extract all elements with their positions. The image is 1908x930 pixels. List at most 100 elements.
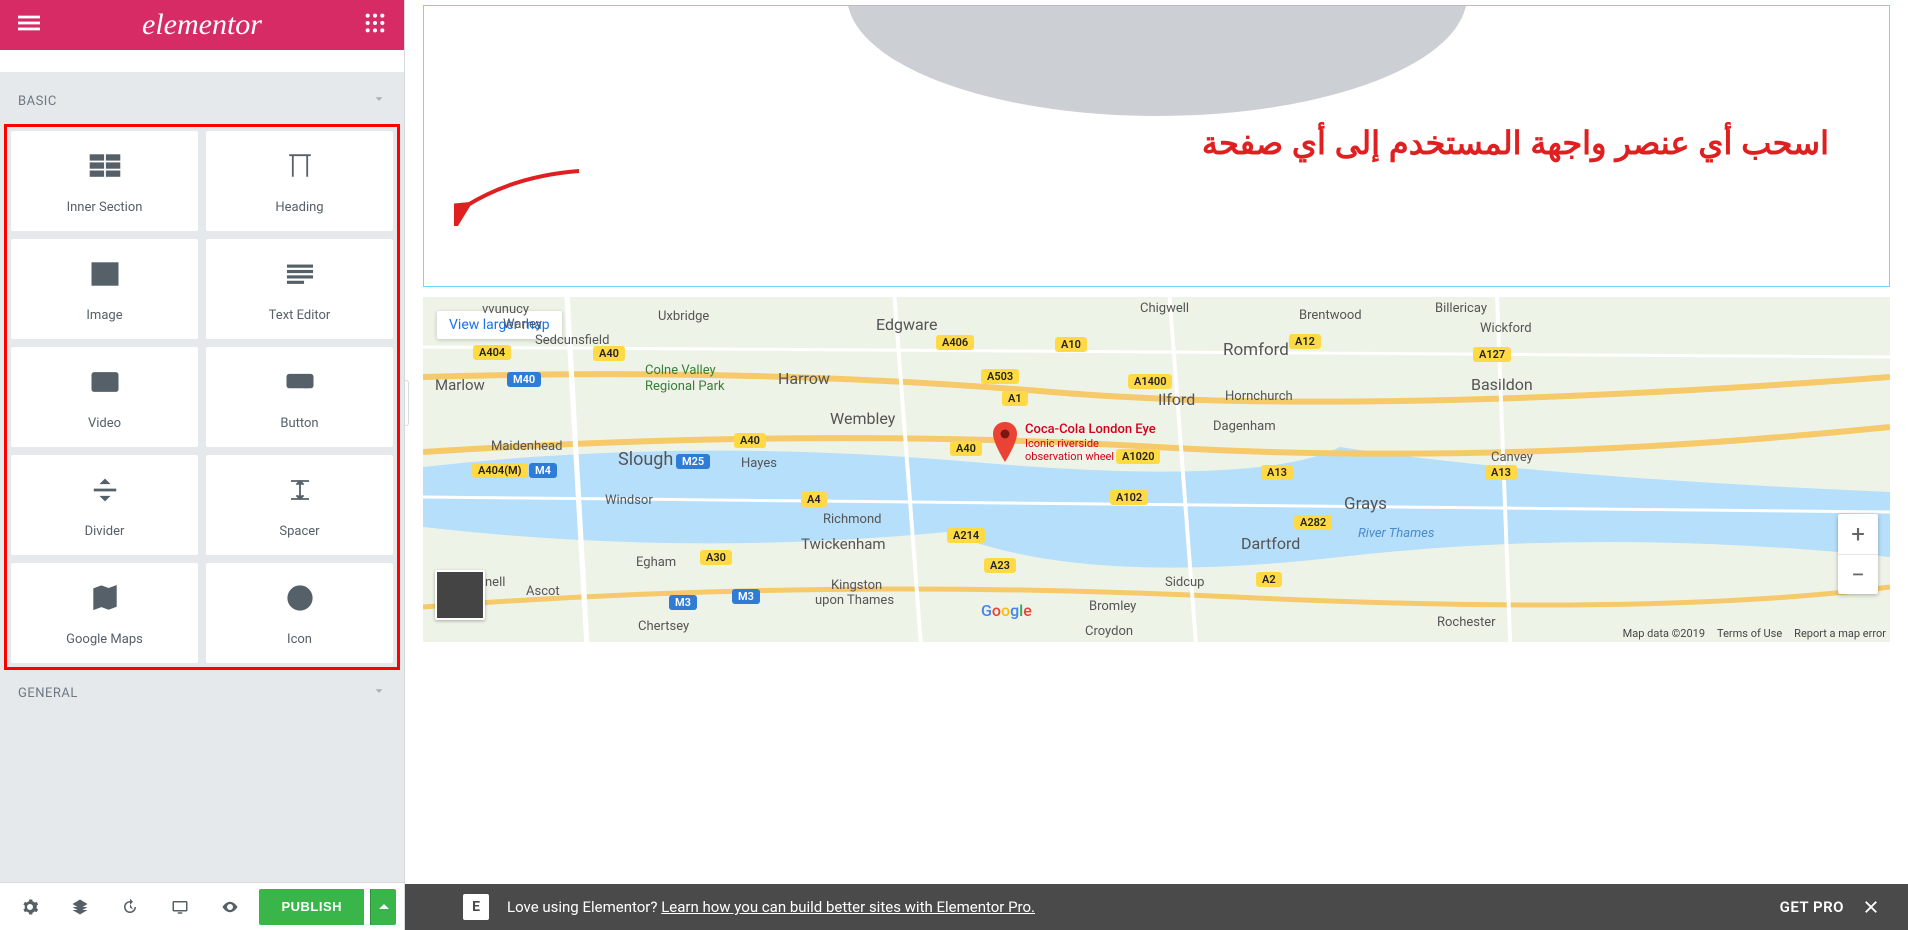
road-badge: A13 (1261, 465, 1293, 480)
pin-subtitle: Iconic riverside (1025, 437, 1156, 450)
map-city-label: Windsor (605, 493, 653, 508)
map-city-label: Wickford (1480, 321, 1532, 336)
divider-icon (87, 472, 123, 512)
widget-text-editor[interactable]: Text Editor (206, 239, 393, 339)
road-badge: A282 (1294, 515, 1332, 530)
road-badge: A503 (981, 369, 1019, 384)
publish-button[interactable]: PUBLISH (259, 889, 364, 925)
chevron-down-icon (372, 684, 386, 702)
map-city-label: Hornchurch (1225, 389, 1293, 404)
category-basic-header[interactable]: BASIC (0, 78, 404, 124)
widget-inner-section[interactable]: Inner Section (11, 131, 198, 231)
widget-heading[interactable]: Heading (206, 131, 393, 231)
widget-label: Text Editor (269, 308, 331, 323)
widget-label: Spacer (279, 524, 319, 539)
google-logo: Google (981, 601, 1032, 620)
map-city-label: Sidcup (1165, 575, 1204, 590)
road-badge: A23 (984, 558, 1016, 573)
map-city-label: upon Thames (815, 593, 894, 608)
responsive-icon[interactable] (158, 889, 202, 925)
widget-spacer[interactable]: Spacer (206, 455, 393, 555)
hero-shape (847, 6, 1467, 116)
map-city-label: Marlow (435, 376, 485, 394)
road-badge: A1400 (1128, 374, 1172, 389)
widget-label: Heading (275, 200, 323, 215)
image-icon (87, 256, 123, 296)
search-area[interactable] (0, 50, 404, 72)
widget-divider[interactable]: Divider (11, 455, 198, 555)
map-city-label: Croydon (1085, 624, 1133, 639)
road-badge: A127 (1473, 347, 1511, 362)
hamburger-icon[interactable] (18, 12, 40, 38)
map-city-label: Richmond (823, 512, 881, 527)
widget-label: Divider (85, 524, 125, 539)
settings-icon[interactable] (8, 889, 52, 925)
map-city-label: Canvey (1491, 450, 1533, 465)
map-city-label: Warley (503, 317, 542, 332)
road-badge: M4 (529, 463, 557, 478)
widget-label: Button (280, 416, 318, 431)
promo-bar: E Love using Elementor? Learn how you ca… (405, 884, 1908, 930)
section-dropzone[interactable]: اسحب أي عنصر واجهة المستخدم إلى أي صفحة (423, 5, 1890, 287)
road-badge: A404(M) (472, 463, 528, 478)
road-badge: A406 (936, 335, 974, 350)
map-city-label: Wembley (830, 409, 895, 428)
widget-label: Icon (287, 632, 312, 647)
road-badge: A102 (1110, 490, 1148, 505)
map-city-label: Ilford (1158, 390, 1195, 409)
map-city-label: Chigwell (1140, 301, 1189, 316)
map-city-label: Grays (1344, 494, 1387, 514)
road-badge: A4 (801, 492, 827, 507)
widget-button[interactable]: Button (206, 347, 393, 447)
elementor-badge-icon: E (463, 894, 489, 920)
map-park-label: Colne Valley (645, 363, 716, 378)
streetview-thumb[interactable] (435, 570, 485, 620)
apps-grid-icon[interactable] (364, 12, 386, 38)
road-badge: A2 (1256, 572, 1282, 587)
map-attribution: Map data ©2019 Terms of Use Report a map… (1623, 627, 1886, 640)
map-city-label: Rochester (1437, 615, 1496, 630)
widget-label: Video (88, 416, 121, 431)
category-general-header[interactable]: GENERAL (0, 670, 404, 716)
widget-image[interactable]: Image (11, 239, 198, 339)
road-badge: M25 (676, 454, 710, 469)
widget-google-maps[interactable]: Google Maps (11, 563, 198, 663)
road-badge: A10 (1055, 337, 1087, 352)
report-error-link[interactable]: Report a map error (1794, 627, 1886, 640)
map-city-label: Slough (618, 449, 673, 470)
widgets-grid: Inner Section Heading Image (4, 124, 400, 670)
inner-section-icon (87, 148, 123, 188)
zoom-in-button[interactable]: + (1838, 514, 1878, 554)
widget-icon[interactable]: Icon (206, 563, 393, 663)
zoom-out-button[interactable]: − (1838, 554, 1878, 594)
terms-link[interactable]: Terms of Use (1717, 627, 1782, 640)
star-icon (282, 580, 318, 620)
pin-title: Coca-Cola London Eye (1025, 422, 1156, 437)
promo-link[interactable]: Learn how you can build better sites wit… (661, 898, 1035, 916)
map-city-label: Edgware (876, 315, 937, 334)
widget-label: Image (86, 308, 122, 323)
get-pro-button[interactable]: GET PRO (1780, 898, 1844, 916)
preview-icon[interactable] (208, 889, 252, 925)
chevron-down-icon (372, 92, 386, 110)
map-city-label: Kingston (831, 578, 882, 593)
category-basic-label: BASIC (18, 94, 57, 109)
map-city-label: Billericay (1435, 301, 1487, 316)
publish-options-button[interactable] (370, 889, 396, 925)
panel-collapse-handle[interactable] (405, 380, 409, 426)
road-badge: A1 (1002, 391, 1028, 406)
widget-video[interactable]: Video (11, 347, 198, 447)
road-badge: M40 (507, 372, 541, 387)
google-map-widget[interactable]: View larger map vvunucy Warley Sedcunsfi… (423, 297, 1890, 642)
tip-arrow-icon (454, 166, 584, 230)
map-city-label: Brentwood (1299, 308, 1362, 323)
category-general-label: GENERAL (18, 686, 78, 701)
close-icon[interactable] (1862, 898, 1880, 916)
navigator-icon[interactable] (58, 889, 102, 925)
promo-text: Love using Elementor? Learn how you can … (507, 898, 1035, 916)
road-badge: A30 (700, 550, 732, 565)
road-badge: A13 (1485, 465, 1517, 480)
map-pin[interactable]: Coca-Cola London Eye Iconic riverside ob… (991, 422, 1156, 463)
road-badge: A404 (473, 345, 511, 360)
history-icon[interactable] (108, 889, 152, 925)
